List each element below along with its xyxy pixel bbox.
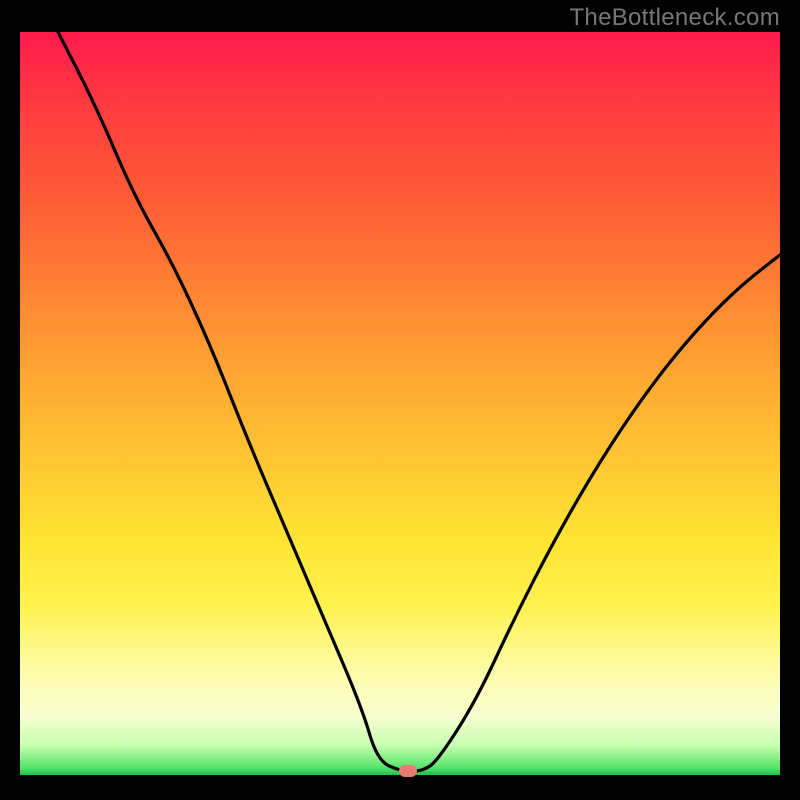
optimum-marker [399,765,417,777]
bottleneck-curve [20,32,780,775]
plot-area [20,32,780,775]
curve-path [58,32,780,771]
watermark-text: TheBottleneck.com [569,4,780,32]
chart-container: TheBottleneck.com [0,0,800,800]
